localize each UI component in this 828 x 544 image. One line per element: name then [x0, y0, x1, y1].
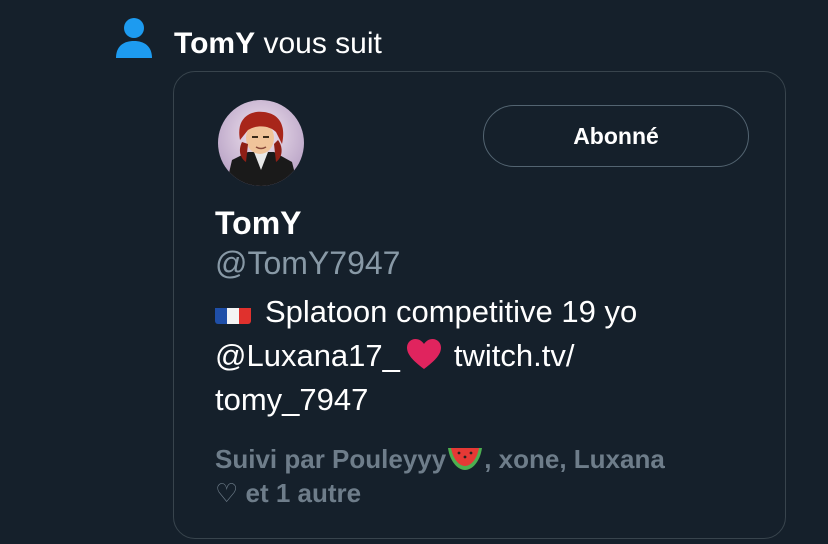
notification-username[interactable]: TomY [174, 27, 255, 60]
bio-mention-link[interactable]: @Luxana17_ [215, 338, 400, 373]
profile-bio: Splatoon competitive 19 yo @Luxana17_ twi… [215, 290, 755, 422]
followed-by-more: et 1 autre [238, 478, 362, 508]
followed-by[interactable]: Suivi par Pouleyyy , xone, Luxana ♡ et 1 … [215, 442, 755, 510]
avatar-image [218, 100, 304, 186]
display-name[interactable]: TomY [215, 204, 302, 242]
watermelon-icon [446, 444, 484, 472]
followed-by-prefix: Suivi par Pouleyyy [215, 444, 447, 474]
bio-twitch-link[interactable]: twitch.tv/ [454, 338, 575, 373]
bio-text: Splatoon competitive 19 yo [265, 294, 638, 329]
notification-action: vous suit [255, 27, 382, 60]
follow-notification[interactable]: TomY vous suit [0, 0, 828, 70]
notification-text: TomY vous suit [174, 26, 382, 62]
user-handle[interactable]: @TomY7947 [215, 244, 400, 282]
outline-heart-icon: ♡ [215, 478, 239, 508]
profile-card[interactable]: Abonné TomY @TomY7947 Splatoon competiti… [173, 71, 786, 539]
followed-by-names: , xone, Luxana [484, 444, 665, 474]
bio-twitch-link-continued[interactable]: tomy_7947 [215, 382, 368, 417]
following-button[interactable]: Abonné [483, 105, 749, 167]
france-flag-icon [215, 300, 251, 324]
person-icon [116, 18, 152, 58]
red-heart-icon [406, 338, 442, 370]
avatar[interactable] [218, 100, 304, 186]
